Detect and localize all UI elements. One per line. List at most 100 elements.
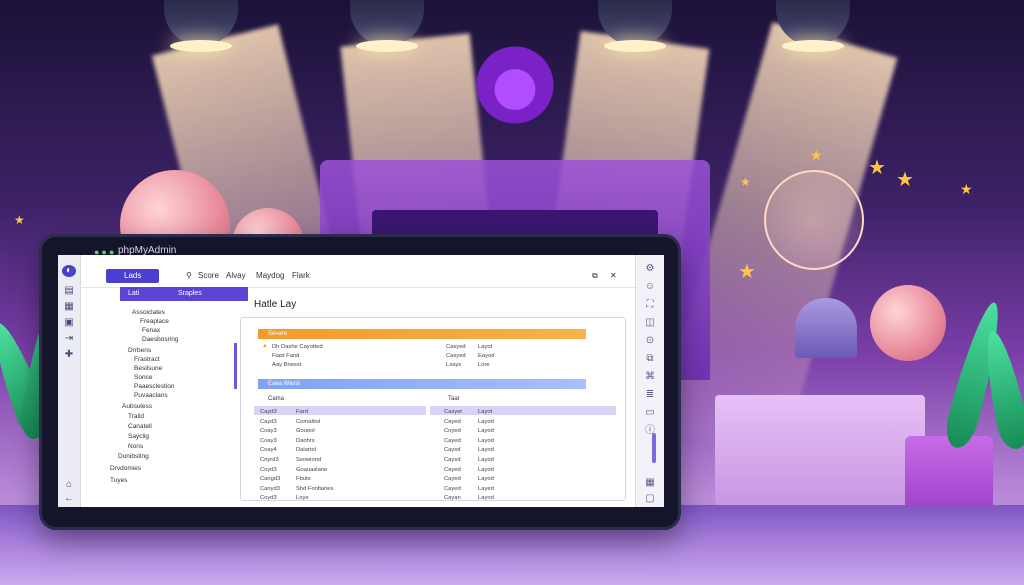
grid-icon[interactable]: ▦: [643, 477, 657, 489]
star-icon: ★: [740, 175, 751, 189]
database-icon[interactable]: ▤: [62, 285, 76, 297]
copy-icon[interactable]: ⧉: [588, 269, 602, 283]
table-cell-value: Layod: [478, 476, 494, 483]
table-cell-key: Coay3: [260, 437, 277, 444]
section-header-blue[interactable]: Eaea Wavsi: [258, 379, 586, 389]
table-cell-key: Cayed: [444, 466, 461, 473]
table-cell-key: Coyd3: [260, 466, 277, 473]
close-icon[interactable]: ✕: [606, 269, 621, 283]
list-icon[interactable]: ≣: [643, 389, 657, 401]
scrollbar[interactable]: [652, 433, 656, 463]
table-cell-value: Daohrs: [296, 437, 315, 444]
star-icon: ★: [896, 169, 914, 191]
left-rail: ◐ ▤ ▦ ▣ ⇥ ✚ ⌂ ←: [58, 255, 81, 507]
table-cell-value: Shd Fonfiaries: [296, 485, 334, 492]
table-cell-value: Goauaslane: [296, 466, 328, 473]
tab-lads[interactable]: Lads: [106, 269, 160, 283]
sql-icon[interactable]: ▣: [62, 317, 76, 329]
table-cell-key: Cayed: [444, 485, 461, 492]
settings-icon[interactable]: ⌂: [62, 479, 76, 491]
table-cell-value: Layot: [478, 409, 493, 415]
code-icon[interactable]: ⌘: [643, 371, 657, 383]
table-cell-value: Loye: [296, 495, 309, 502]
table-cell-key: Cayed: [444, 437, 461, 444]
sidebar-header-left[interactable]: Lati: [128, 287, 139, 301]
star-icon: ★: [960, 181, 973, 197]
tree-item[interactable]: Freaplace: [140, 318, 169, 325]
table-cell-key: Cayd3: [260, 409, 277, 415]
tab-flark[interactable]: Flark: [288, 269, 314, 283]
tree-item[interactable]: Besilsune: [134, 365, 162, 372]
tree-item[interactable]: Aubsuless: [122, 403, 152, 410]
tree-item[interactable]: Drrbens: [128, 347, 151, 354]
table-cell-key: Cayed: [444, 476, 461, 483]
tree-item[interactable]: Canatell: [128, 423, 152, 430]
table-cell-value: Fbuts: [296, 476, 311, 483]
wire-globe: [764, 170, 864, 270]
selected-row[interactable]: [254, 406, 426, 415]
phpmyadmin-window: ◐ ▤ ▦ ▣ ⇥ ✚ ⌂ ← Lads ⚲ Score Alvay Maydo…: [58, 255, 664, 507]
import-icon[interactable]: ✚: [62, 349, 76, 361]
tree-item[interactable]: Sayclig: [128, 433, 149, 440]
star-icon: ★: [14, 213, 25, 227]
tree-item[interactable]: Assoiclates: [132, 309, 165, 316]
column-header[interactable]: Cama: [268, 396, 284, 402]
lock-icon[interactable]: ⛶: [643, 299, 657, 311]
box-icon[interactable]: ▢: [643, 493, 657, 505]
export-icon[interactable]: ⇥: [62, 333, 76, 345]
section-label: Eaea Wavsi: [268, 381, 300, 387]
table-cell-value: Comaltiol: [296, 418, 321, 425]
tree-item[interactable]: Tralid: [128, 413, 144, 420]
sidebar-header-right[interactable]: Sraples: [178, 287, 202, 301]
table-cell-key: Coay4: [260, 447, 277, 454]
table-cell-key: Cayd3: [260, 418, 277, 425]
database-tree: Lati Sraples Assoiclates Freaplace Fenax…: [80, 287, 248, 507]
miniature-dome: [795, 298, 857, 358]
tree-item[interactable]: Drvdomies: [110, 465, 141, 472]
table-cell-value: Fard: [296, 409, 308, 415]
tree-item[interactable]: Fenax: [142, 327, 160, 334]
top-navigation: Lads ⚲ Score Alvay Maydog Flark ⧉ ✕: [80, 265, 636, 288]
table-cell-value: Layod: [478, 437, 494, 444]
tab-score[interactable]: Score: [194, 269, 223, 283]
user-icon[interactable]: ☺: [643, 281, 657, 293]
folder-icon[interactable]: ▭: [643, 407, 657, 419]
table-cell-key: Cayan: [444, 495, 461, 502]
table-cell-key: Caysd: [444, 457, 461, 463]
table-cell-value: Layod: [478, 457, 494, 463]
tree-item[interactable]: Daesbosring: [142, 336, 179, 343]
table-cell-key: Casyer: [444, 409, 463, 415]
tree-item[interactable]: Tuyes: [110, 477, 127, 484]
table-cell-key: Canyd3: [260, 485, 280, 492]
link-icon[interactable]: ⧉: [643, 353, 657, 365]
top-left-row: Dh Dashe Cayotted: [272, 344, 323, 350]
top-right-cell: Eayod: [478, 353, 495, 359]
back-icon[interactable]: ←: [62, 493, 76, 505]
page-title: Hatle Lay: [254, 299, 297, 310]
table-icon[interactable]: ▦: [62, 301, 76, 313]
tab-alvay[interactable]: Alvay: [222, 269, 250, 283]
top-left-row: Fiast Fand: [272, 353, 300, 359]
tree-item[interactable]: Puvaaclans: [134, 392, 168, 399]
table-cell-value: Layod: [478, 466, 494, 473]
table-cell-value: Dalartol: [296, 447, 316, 454]
sidebar-resizer[interactable]: [234, 343, 237, 389]
tab-maydog[interactable]: Maydog: [252, 269, 288, 283]
column-header[interactable]: Taar: [448, 396, 460, 402]
table-cell-key: Cangd3: [260, 476, 281, 483]
top-left-row: Aay Bnesst: [272, 362, 302, 368]
crown-ornament: [470, 40, 560, 130]
tree-item[interactable]: Sonce: [134, 374, 152, 381]
settings-icon[interactable]: ⚙: [643, 263, 657, 275]
tree-item[interactable]: Frastract: [134, 356, 160, 363]
section-header-orange[interactable]: Sevare: [258, 329, 586, 339]
tree-item[interactable]: Nons: [128, 443, 143, 450]
chart-icon[interactable]: ◫: [643, 317, 657, 329]
key-icon[interactable]: ⊙: [643, 335, 657, 347]
top-right-cell: Layot: [478, 344, 493, 350]
tree-item[interactable]: Donibsting: [118, 453, 149, 460]
table-cell-value: Goueol: [296, 428, 315, 435]
home-icon[interactable]: ◐: [62, 265, 76, 277]
table-cell-value: Layed: [478, 485, 494, 492]
tree-item[interactable]: Paaesclestion: [134, 383, 174, 390]
